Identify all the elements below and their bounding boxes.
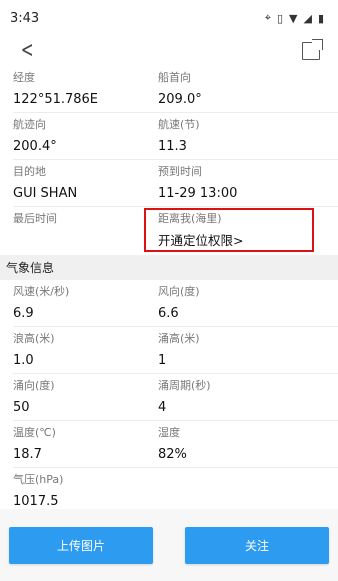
footer-bar: 上传图片 关注 <box>0 509 338 581</box>
weather-cell: 气压(hPa) 1017.5 <box>13 468 158 514</box>
pressure-value: 1017.5 <box>13 494 59 509</box>
status-time: 3:43 <box>10 10 40 26</box>
weather-cell: 湿度 82% <box>158 421 338 467</box>
heading-label: 船首向 <box>158 71 191 84</box>
swell-period-label: 涌周期(秒) <box>158 379 211 392</box>
info-row: 经度 122°51.786E 船首向 209.0° <box>13 66 338 113</box>
location-icon: ⌖ <box>264 11 271 24</box>
enable-location-link[interactable]: 开通定位权限> <box>158 233 338 249</box>
eta-label: 预到时间 <box>158 165 202 178</box>
longitude-label: 经度 <box>13 71 35 84</box>
last-time-label: 最后时间 <box>13 212 57 225</box>
wind-speed-value: 6.9 <box>13 306 34 321</box>
wave-height-value: 1.0 <box>13 353 34 368</box>
weather-cell: 涌高(米) 1 <box>158 327 338 373</box>
weather-row: 涌向(度) 50 涌周期(秒) 4 <box>13 374 338 421</box>
weather-cell: 温度(℃) 18.7 <box>13 421 158 467</box>
battery-icon: ▮ <box>317 11 324 25</box>
weather-row: 风速(米/秒) 6.9 风向(度) 6.6 <box>13 280 338 327</box>
upload-image-button[interactable]: 上传图片 <box>9 526 153 564</box>
distance-label: 距离我(海里) <box>158 212 222 225</box>
wave-height-label: 浪高(米) <box>13 332 55 345</box>
distance-cell[interactable]: 距离我(海里) 开通定位权限> <box>158 207 338 253</box>
info-cell: 目的地 GUI SHAN <box>13 160 158 206</box>
heading-value: 209.0° <box>158 92 202 107</box>
swell-direction-value: 50 <box>13 400 30 415</box>
pressure-label: 气压(hPa) <box>13 473 64 486</box>
course-value: 200.4° <box>13 139 57 154</box>
weather-grid: 风速(米/秒) 6.9 风向(度) 6.6 浪高(米) 1.0 涌高(米) 1 … <box>0 280 338 514</box>
info-row: 最后时间 距离我(海里) 开通定位权限> <box>13 207 338 253</box>
weather-row: 温度(℃) 18.7 湿度 82% <box>13 421 338 468</box>
share-icon[interactable] <box>302 39 323 60</box>
status-icons: ⌖ ▯ ▼ ◢ ▮ <box>265 11 324 25</box>
weather-row: 气压(hPa) 1017.5 <box>13 468 338 514</box>
ship-info-grid: 经度 122°51.786E 船首向 209.0° 航迹向 200.4° 航速(… <box>0 66 338 253</box>
follow-button[interactable]: 关注 <box>185 526 329 564</box>
swell-height-value: 1 <box>158 353 167 368</box>
back-icon[interactable]: < <box>21 40 34 62</box>
wifi-icon: ▼ <box>289 11 298 25</box>
wind-speed-label: 风速(米/秒) <box>13 285 70 298</box>
swell-period-value: 4 <box>158 400 167 415</box>
wind-direction-value: 6.6 <box>158 306 179 321</box>
info-cell: 经度 122°51.786E <box>13 66 158 112</box>
weather-cell: 浪高(米) 1.0 <box>13 327 158 373</box>
weather-cell: 风速(米/秒) 6.9 <box>13 280 158 326</box>
humidity-label: 湿度 <box>158 426 180 439</box>
course-label: 航迹向 <box>13 118 46 131</box>
swell-height-label: 涌高(米) <box>158 332 200 345</box>
temperature-value: 18.7 <box>13 447 42 462</box>
weather-cell: 风向(度) 6.6 <box>158 280 338 326</box>
weather-row: 浪高(米) 1.0 涌高(米) 1 <box>13 327 338 374</box>
info-row: 航迹向 200.4° 航速(节) 11.3 <box>13 113 338 160</box>
temperature-label: 温度(℃) <box>13 426 56 439</box>
speed-label: 航速(节) <box>158 118 200 131</box>
wind-direction-label: 风向(度) <box>158 285 200 298</box>
info-cell: 预到时间 11-29 13:00 <box>158 160 338 206</box>
destination-value: GUI SHAN <box>13 186 78 201</box>
info-cell: 最后时间 <box>13 207 158 253</box>
weather-section-title: 气象信息 <box>0 255 338 280</box>
vibrate-icon: ▯ <box>276 11 283 25</box>
destination-label: 目的地 <box>13 165 46 178</box>
eta-value: 11-29 13:00 <box>158 186 238 201</box>
longitude-value: 122°51.786E <box>13 92 99 107</box>
info-row: 目的地 GUI SHAN 预到时间 11-29 13:00 <box>13 160 338 207</box>
info-cell: 航速(节) 11.3 <box>158 113 338 159</box>
weather-cell: 涌周期(秒) 4 <box>158 374 338 420</box>
weather-cell: 涌向(度) 50 <box>13 374 158 420</box>
info-cell: 航迹向 200.4° <box>13 113 158 159</box>
swell-direction-label: 涌向(度) <box>13 379 55 392</box>
signal-icon: ◢ <box>303 11 312 25</box>
info-cell: 船首向 209.0° <box>158 66 338 112</box>
speed-value: 11.3 <box>158 139 187 154</box>
weather-cell <box>158 468 338 514</box>
status-bar: 3:43 ⌖ ▯ ▼ ◢ ▮ <box>0 0 338 36</box>
nav-bar: < <box>0 36 338 66</box>
humidity-value: 82% <box>158 447 187 462</box>
